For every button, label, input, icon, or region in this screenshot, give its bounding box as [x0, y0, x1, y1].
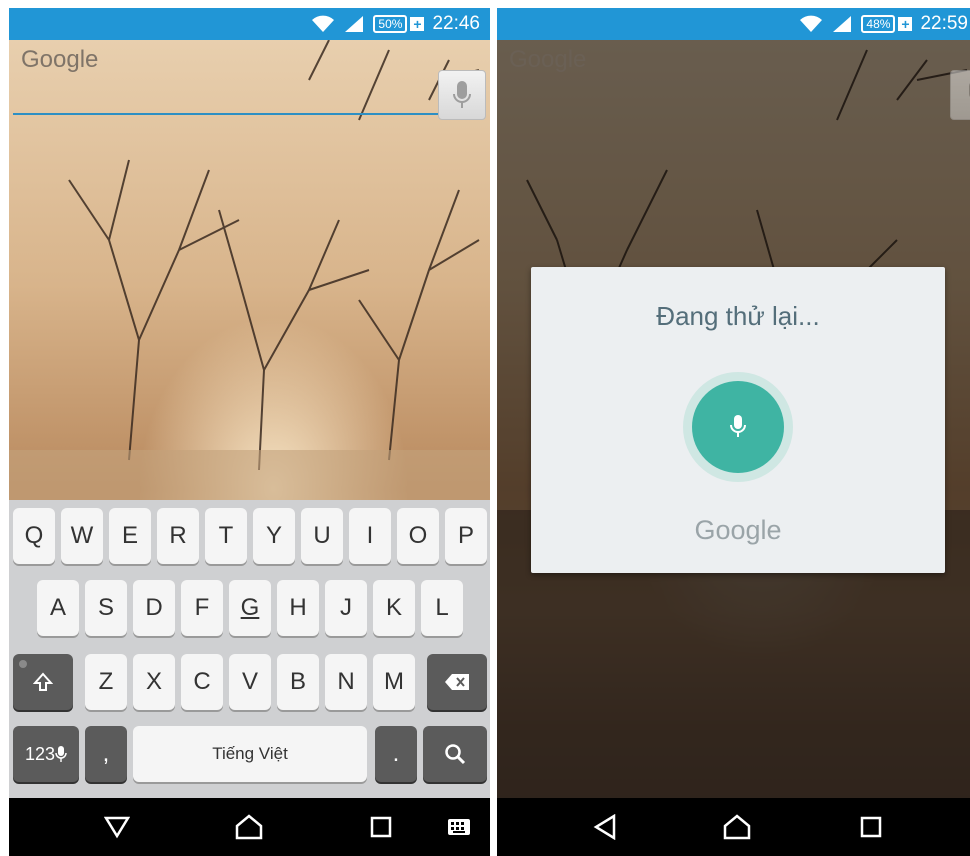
- home-icon: [235, 814, 263, 840]
- status-bar: 48% + 22:59: [497, 8, 970, 40]
- space-key-label: Tiếng Việt: [212, 744, 288, 763]
- shift-key[interactable]: [13, 654, 73, 710]
- battery-percent: 48%: [861, 15, 896, 33]
- tree-silhouettes: [9, 40, 490, 500]
- back-triangle-icon: [104, 816, 130, 839]
- wifi-icon: [312, 15, 335, 32]
- charging-icon: +: [410, 17, 425, 31]
- status-bar: 50% + 22:46: [9, 8, 490, 40]
- key-c[interactable]: C: [181, 654, 223, 710]
- numbers-key[interactable]: 123: [13, 726, 79, 782]
- numbers-key-label: 123: [24, 743, 56, 764]
- key-hint-dot: [19, 660, 27, 668]
- battery-percent: 50%: [373, 15, 408, 33]
- key-q[interactable]: Q: [13, 508, 55, 564]
- search-icon: [445, 744, 466, 765]
- key-n[interactable]: N: [325, 654, 367, 710]
- home-icon: [723, 814, 751, 840]
- key-x[interactable]: X: [133, 654, 175, 710]
- charging-icon: +: [898, 17, 913, 31]
- microphone-icon: [969, 83, 970, 97]
- key-s[interactable]: S: [85, 580, 127, 636]
- navigation-bar: [9, 798, 490, 856]
- key-u[interactable]: U: [301, 508, 343, 564]
- keyboard-switch-button[interactable]: [439, 808, 479, 846]
- wifi-icon: [800, 15, 823, 32]
- key-e[interactable]: E: [109, 508, 151, 564]
- key-a[interactable]: A: [37, 580, 79, 636]
- comma-key[interactable]: ,: [85, 726, 127, 782]
- key-h[interactable]: H: [277, 580, 319, 636]
- period-key[interactable]: .: [375, 726, 417, 782]
- recent-apps-button[interactable]: [851, 808, 891, 846]
- key-w[interactable]: W: [61, 508, 103, 564]
- key-l[interactable]: L: [421, 580, 463, 636]
- key-f[interactable]: F: [181, 580, 223, 636]
- key-b[interactable]: B: [277, 654, 319, 710]
- back-button[interactable]: [97, 808, 137, 846]
- left-phone-screen: 50% + 22:46 Google Q W E R T Y U I O P A…: [9, 8, 490, 856]
- recent-apps-icon: [860, 816, 882, 838]
- microphone-icon: [453, 81, 471, 108]
- voice-search-button[interactable]: [438, 70, 486, 120]
- dialog-status-text: Đang thử lại...: [656, 301, 820, 331]
- google-logo-text: Google: [694, 515, 782, 545]
- key-g[interactable]: G: [229, 580, 271, 636]
- shift-icon: [33, 672, 53, 691]
- key-mic-icon: [55, 746, 67, 762]
- key-t[interactable]: T: [205, 508, 247, 564]
- key-j[interactable]: J: [325, 580, 367, 636]
- backspace-icon: [445, 674, 469, 690]
- key-o[interactable]: O: [397, 508, 439, 564]
- back-triangle-icon: [593, 814, 616, 840]
- recent-apps-icon: [370, 816, 392, 838]
- key-d[interactable]: D: [133, 580, 175, 636]
- navigation-bar: [497, 798, 970, 856]
- key-m[interactable]: M: [373, 654, 415, 710]
- home-button[interactable]: [229, 808, 269, 846]
- search-input: Google: [509, 46, 587, 73]
- battery-indicator: 50% +: [373, 15, 425, 33]
- search-underline: [13, 113, 438, 115]
- search-input[interactable]: Google: [21, 46, 98, 74]
- key-p[interactable]: P: [445, 508, 487, 564]
- recent-apps-button[interactable]: [361, 808, 401, 846]
- key-v[interactable]: V: [229, 654, 271, 710]
- key-y[interactable]: Y: [253, 508, 295, 564]
- key-i[interactable]: I: [349, 508, 391, 564]
- microphone-icon: [730, 415, 746, 437]
- space-key[interactable]: Tiếng Việt: [133, 726, 367, 782]
- backspace-key[interactable]: [427, 654, 487, 710]
- right-phone-screen: 48% + 22:59 Google Đang thử lại... Googl…: [497, 8, 970, 856]
- back-button[interactable]: [585, 808, 625, 846]
- on-screen-keyboard: Q W E R T Y U I O P A S D F G H J K L Z …: [9, 500, 490, 798]
- search-action-key[interactable]: [423, 726, 487, 782]
- keyboard-icon: [448, 819, 470, 835]
- status-time: 22:46: [432, 13, 480, 34]
- battery-indicator: 48% +: [861, 15, 913, 33]
- signal-icon: [345, 16, 364, 32]
- voice-search-dialog: Đang thử lại... Google: [531, 267, 945, 573]
- voice-search-button: [950, 70, 970, 120]
- home-button[interactable]: [717, 808, 757, 846]
- key-k[interactable]: K: [373, 580, 415, 636]
- voice-mic-button[interactable]: [692, 381, 784, 473]
- key-z[interactable]: Z: [85, 654, 127, 710]
- key-r[interactable]: R: [157, 508, 199, 564]
- status-time: 22:59: [920, 13, 968, 34]
- signal-icon: [833, 16, 852, 32]
